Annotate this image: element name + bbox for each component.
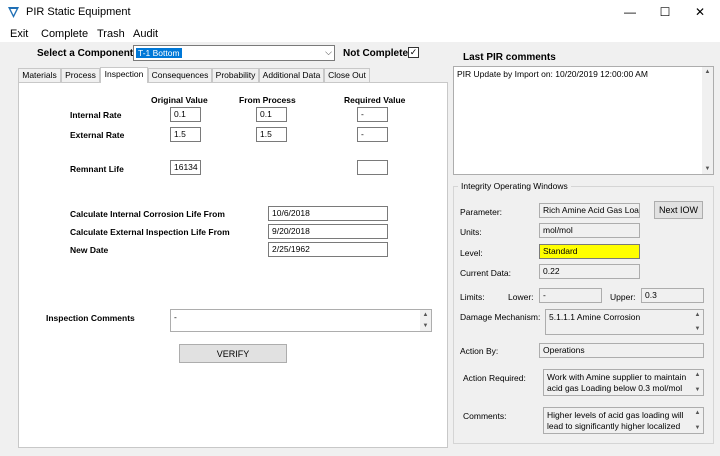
iow-level-field[interactable]: Standard [539,244,640,259]
external-rate-required-field[interactable]: - [357,127,388,142]
minimize-button[interactable]: — [610,0,650,24]
iow-lower-field[interactable]: - [539,288,602,303]
scroll-up-icon[interactable]: ▲ [423,310,429,321]
scroll-up-icon[interactable]: ▲ [695,408,701,419]
scroll-down-icon[interactable]: ▼ [423,321,429,332]
menu-complete[interactable]: Complete [41,28,88,40]
internal-rate-original-field[interactable]: 0.1 [170,107,201,122]
calc-external-date-field[interactable]: 9/20/2018 [268,224,388,239]
tab-additional-data[interactable]: Additional Data [259,68,324,83]
iow-comments-label: Comments: [463,411,507,421]
tab-close-out[interactable]: Close Out [324,68,370,83]
calc-internal-date-field[interactable]: 10/6/2018 [268,206,388,221]
remnant-life-label: Remnant Life [70,164,124,174]
verify-button[interactable]: VERIFY [179,344,287,363]
app-logo-icon [8,7,19,18]
component-dropdown[interactable]: T-1 Bottom ⌵ [133,45,335,61]
next-iow-button[interactable]: Next IOW [654,201,703,219]
scroll-up-icon[interactable]: ▲ [695,310,701,321]
inspection-comments-field[interactable]: - ▲ ▼ [170,309,432,332]
iow-units-label: Units: [460,227,482,237]
maximize-button[interactable]: ☐ [645,0,685,24]
new-date-label: New Date [70,245,109,255]
scroll-up-icon[interactable]: ▲ [705,67,711,78]
col-header-required: Required Value [344,95,406,105]
iow-action-by-label: Action By: [460,346,499,356]
tab-inspection[interactable]: Inspection [100,67,148,83]
scroll-down-icon[interactable]: ▼ [695,423,701,434]
iow-current-data-label: Current Data: [460,268,512,278]
internal-rate-required-field[interactable]: - [357,107,388,122]
external-rate-original-field[interactable]: 1.5 [170,127,201,142]
iow-upper-label: Upper: [610,292,636,302]
iow-limits-label: Limits: [460,292,485,302]
iow-parameter-label: Parameter: [460,207,503,217]
scrollbar[interactable]: ▲ ▼ [702,67,713,174]
iow-comments-text: Higher levels of acid gas loading will l… [547,410,684,431]
last-pir-comments-field[interactable]: PIR Update by Import on: 10/20/2019 12:0… [453,66,714,175]
menu-audit[interactable]: Audit [133,28,158,40]
select-component-label: Select a Component [37,48,134,59]
iow-current-data-field[interactable]: 0.22 [539,264,640,279]
col-header-original: Original Value [151,95,208,105]
scrollbar[interactable]: ▲ ▼ [692,310,703,334]
iow-action-by-field[interactable]: Operations [539,343,704,358]
iow-damage-field[interactable]: 5.1.1.1 Amine Corrosion ▲ ▼ [545,309,704,335]
iow-action-required-text: Work with Amine supplier to maintain aci… [547,372,687,393]
scroll-up-icon[interactable]: ▲ [695,370,701,381]
scrollbar[interactable]: ▲ ▼ [420,310,431,331]
remnant-life-original-field[interactable]: 16134 [170,160,201,175]
iow-group-title: Integrity Operating Windows [458,181,571,191]
iow-comments-field[interactable]: Higher levels of acid gas loading will l… [543,407,704,434]
chevron-down-icon: ⌵ [325,47,332,57]
internal-rate-label: Internal Rate [70,110,122,120]
iow-damage-text: 5.1.1.1 Amine Corrosion [549,312,641,322]
scrollbar[interactable]: ▲ ▼ [692,370,703,395]
window-title: PIR Static Equipment [26,6,131,18]
iow-upper-field[interactable]: 0.3 [641,288,704,303]
component-selected-value: T-1 Bottom [136,48,182,58]
menu-exit[interactable]: Exit [10,28,28,40]
internal-rate-process-field[interactable]: 0.1 [256,107,287,122]
iow-lower-label: Lower: [508,292,534,302]
calc-external-label: Calculate External Inspection Life From [70,227,230,237]
col-header-process: From Process [239,95,296,105]
menu-trash[interactable]: Trash [97,28,125,40]
close-button[interactable]: ✕ [680,0,720,24]
last-pir-comments-text: PIR Update by Import on: 10/20/2019 12:0… [457,69,648,79]
scrollbar[interactable]: ▲ ▼ [692,408,703,433]
scroll-down-icon[interactable]: ▼ [695,324,701,335]
checkmark-icon: ✓ [409,47,418,57]
iow-damage-label: Damage Mechanism: [460,312,541,322]
iow-parameter-field[interactable]: Rich Amine Acid Gas Loa [539,203,640,218]
tab-process[interactable]: Process [61,68,100,83]
inspection-comments-label: Inspection Comments [46,313,135,323]
calc-internal-label: Calculate Internal Corrosion Life From [70,209,225,219]
scroll-down-icon[interactable]: ▼ [705,164,711,175]
last-pir-heading: Last PIR comments [463,52,556,63]
iow-units-field[interactable]: mol/mol [539,223,640,238]
inspection-comments-text: - [174,312,177,322]
new-date-field[interactable]: 2/25/1962 [268,242,388,257]
not-complete-checkbox[interactable]: ✓ [408,47,419,58]
tab-consequences[interactable]: Consequences [148,68,212,83]
iow-action-required-field[interactable]: Work with Amine supplier to maintain aci… [543,369,704,396]
iow-action-required-label: Action Required: [463,373,526,383]
external-rate-label: External Rate [70,130,125,140]
remnant-life-required-field[interactable] [357,160,388,175]
external-rate-process-field[interactable]: 1.5 [256,127,287,142]
tab-materials[interactable]: Materials [18,68,61,83]
tab-probability[interactable]: Probability [212,68,259,83]
not-complete-label: Not Complete [343,48,408,59]
scroll-down-icon[interactable]: ▼ [695,385,701,396]
iow-level-label: Level: [460,248,483,258]
